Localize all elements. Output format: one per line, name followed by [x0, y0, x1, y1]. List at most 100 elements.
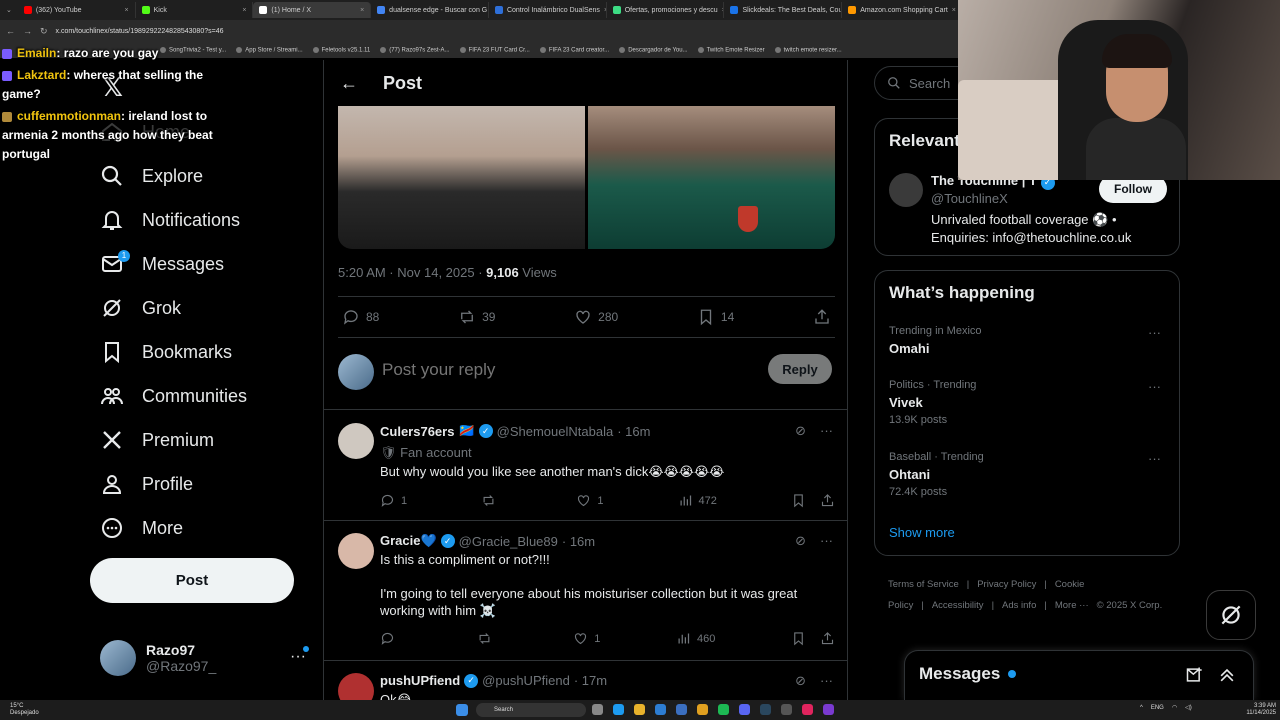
reply-action[interactable] — [380, 631, 401, 646]
avatar[interactable] — [889, 173, 923, 207]
close-tab-icon[interactable]: × — [360, 7, 364, 14]
footer-link[interactable]: Ads info — [1002, 600, 1036, 611]
chrome-icon[interactable] — [697, 704, 708, 715]
reply-handle[interactable]: @Gracie_Blue89 — [459, 534, 558, 549]
reply-time[interactable]: · 16m — [617, 424, 650, 439]
account-switcher[interactable]: Razo97 @Razo97_ ··· — [100, 638, 315, 678]
reply-handle[interactable]: @pushUPfiend — [482, 673, 570, 688]
taskbar-clock[interactable]: 3:39 AM 11/14/2025 — [1236, 703, 1276, 717]
post-image-left[interactable] — [338, 106, 585, 249]
edge-icon[interactable] — [613, 704, 624, 715]
tray-chevron-icon[interactable]: ^ — [1140, 705, 1143, 711]
reply-action[interactable]: 1 — [380, 493, 407, 508]
trend-item[interactable]: Trending in Mexico Omahi ··· — [889, 325, 1169, 356]
compose-message-icon[interactable] — [1185, 665, 1205, 685]
close-tab-icon[interactable]: × — [125, 7, 129, 14]
bookmark-icon[interactable] — [791, 493, 806, 508]
more-icon[interactable]: ··· — [1148, 379, 1161, 394]
spotify-icon[interactable] — [718, 704, 729, 715]
share-action[interactable] — [813, 308, 831, 326]
wifi-icon[interactable]: ◠ — [1172, 704, 1177, 711]
more-icon[interactable]: ··· — [1148, 325, 1161, 340]
browser-tab[interactable]: Kick × — [136, 2, 254, 18]
avatar[interactable] — [338, 673, 374, 700]
browser-tab[interactable]: Amazon.com Shopping Cart × — [842, 2, 960, 18]
repost-action[interactable]: 39 — [458, 308, 495, 326]
language-indicator[interactable]: ENG — [1151, 705, 1164, 711]
bookmark-item[interactable]: Twitch Emote Resizer — [698, 47, 765, 53]
forward-icon[interactable]: → — [23, 26, 32, 36]
reply-action[interactable]: 88 — [342, 308, 379, 326]
reply-author[interactable]: Gracie💙 — [380, 533, 437, 549]
grok-icon[interactable]: ⊘ — [795, 423, 806, 439]
bookmark-action[interactable]: 14 — [697, 308, 734, 326]
views-action[interactable]: 472 — [678, 493, 717, 508]
task-view-icon[interactable] — [592, 704, 603, 715]
post-media[interactable] — [338, 106, 835, 249]
obs-icon[interactable] — [781, 704, 792, 715]
reply-input[interactable] — [382, 358, 742, 382]
volume-icon[interactable]: ◁) — [1185, 704, 1192, 711]
footer-link[interactable]: Accessibility — [932, 600, 984, 611]
messages-drawer[interactable]: Messages — [904, 650, 1254, 700]
avatar[interactable] — [338, 423, 374, 459]
more-icon[interactable]: ··· — [1148, 451, 1161, 466]
avatar[interactable] — [338, 533, 374, 569]
file-explorer-icon[interactable] — [634, 704, 645, 715]
nav-item-profile[interactable]: Profile — [100, 469, 193, 499]
discord-icon[interactable] — [739, 704, 750, 715]
nav-item-grok[interactable]: Grok — [100, 293, 181, 323]
browser-tab[interactable]: (362) YouTube × — [18, 2, 136, 18]
like-action[interactable]: 280 — [574, 308, 618, 326]
footer-link[interactable]: Privacy Policy — [977, 579, 1036, 590]
nav-item-messages[interactable]: 1 Messages — [100, 249, 224, 279]
tab-list-icon[interactable]: ⌄ — [0, 6, 18, 14]
bookmark-item[interactable]: FIFA 23 Card creator... — [540, 47, 609, 53]
trend-item[interactable]: Baseball · Trending Ohtani 72.4K posts ··· — [889, 451, 1169, 498]
browser-tab[interactable]: Slickdeals: The Best Deals, Cou× — [724, 2, 843, 18]
browser-tab[interactable]: Control Inalámbrico DualSens× — [489, 2, 607, 18]
like-action[interactable]: 1 — [573, 631, 600, 646]
reply-post[interactable]: Gracie💙 ✓ @Gracie_Blue89 · 16m ⊘ ··· Is this a… — [324, 521, 847, 661]
bookmark-item[interactable]: App Store / Streami... — [236, 47, 302, 53]
trend-item[interactable]: Politics · Trending Vivek 13.9K posts ··· — [889, 379, 1169, 426]
repost-action[interactable] — [477, 631, 498, 646]
back-arrow-icon[interactable]: ← — [340, 73, 358, 94]
mail-icon[interactable] — [676, 704, 687, 715]
nav-item-premium[interactable]: Premium — [100, 425, 214, 455]
expand-chevron-icon[interactable] — [1217, 665, 1237, 685]
back-icon[interactable]: ← — [6, 26, 15, 36]
grok-icon[interactable]: ⊘ — [795, 533, 806, 549]
reply-post[interactable]: pushUPfiend ✓ @pushUPfiend · 17m ⊘ ··· Ok😂 — [324, 661, 847, 700]
reply-post[interactable]: Culers76ers 🇨🇩 ✓ @ShemouelNtabala · 16m ⊘ ··· 🛡… — [324, 411, 847, 521]
share-icon[interactable] — [820, 631, 835, 646]
store-icon[interactable] — [655, 704, 666, 715]
nav-item-notifications[interactable]: Notifications — [100, 205, 240, 235]
grok-icon[interactable]: ⊘ — [795, 673, 806, 689]
nav-item-communities[interactable]: Communities — [100, 381, 247, 411]
weather-widget[interactable]: 15°C Despejado — [10, 703, 39, 717]
nav-item-more[interactable]: More — [100, 513, 183, 543]
grok-button[interactable] — [1206, 590, 1256, 640]
bookmark-item[interactable]: twitch emote resizer... — [775, 47, 842, 53]
bookmark-item[interactable]: Feletools v25.1.11 — [313, 47, 371, 53]
app-icon[interactable] — [823, 704, 834, 715]
browser-tab[interactable]: dualsense edge - Buscar con G× — [371, 2, 489, 18]
reply-author[interactable]: pushUPfiend — [380, 673, 460, 688]
post-button[interactable]: Post — [90, 558, 294, 603]
browser-tab[interactable]: Ofertas, promociones y descu× — [607, 2, 725, 18]
taskbar-search[interactable]: Search — [476, 703, 586, 717]
footer-link[interactable]: Terms of Service — [888, 579, 959, 590]
footer-link[interactable]: © 2025 X Corp. — [1097, 600, 1163, 611]
browser-tab[interactable]: (1) Home / X × — [253, 2, 372, 18]
post-image-right[interactable] — [588, 106, 835, 249]
windows-start-icon[interactable] — [456, 704, 468, 716]
bookmark-item[interactable]: Descargador de You... — [619, 47, 687, 53]
bookmark-item[interactable]: (77) Razo97s Zest-A... — [380, 47, 449, 53]
music-icon[interactable] — [802, 704, 813, 715]
more-icon[interactable]: ··· — [820, 423, 833, 439]
url-input[interactable]: x.com/touchlinex/status/1989292224828543… — [56, 28, 224, 35]
close-tab-icon[interactable]: × — [952, 7, 956, 14]
bookmark-icon[interactable] — [791, 631, 806, 646]
reload-icon[interactable]: ↻ — [40, 26, 48, 37]
